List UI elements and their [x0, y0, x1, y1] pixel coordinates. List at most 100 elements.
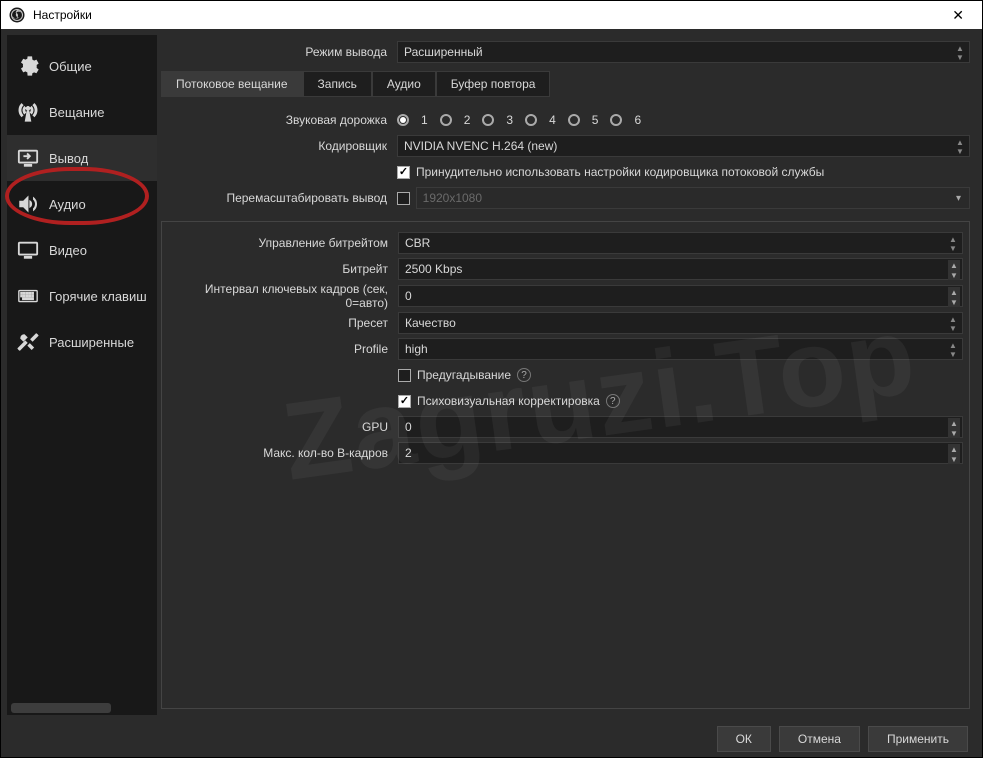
titlebar: Настройки ✕ [1, 1, 982, 29]
track-num: 1 [421, 113, 428, 127]
chevron-down-icon: ▾ [956, 193, 961, 204]
output-tabs: Потоковое вещание Запись Аудио Буфер пов… [161, 71, 976, 97]
apply-button[interactable]: Применить [868, 726, 968, 752]
gpu-label: GPU [162, 420, 398, 434]
settings-sidebar: Общие Вещание Вывод Аудио Видео Горячие [7, 35, 157, 715]
sidebar-item-label: Вывод [49, 151, 88, 166]
profile-select[interactable]: high ▲▼ [398, 338, 963, 360]
track-num: 5 [592, 113, 599, 127]
sidebar-horizontal-scrollbar[interactable] [7, 701, 157, 715]
spinner-buttons[interactable]: ▲▼ [948, 444, 960, 464]
track-num: 4 [549, 113, 556, 127]
tab-streaming[interactable]: Потоковое вещание [161, 71, 303, 97]
close-button[interactable]: ✕ [942, 7, 974, 24]
psycho-checkbox[interactable] [398, 395, 411, 408]
bitrate-label: Битрейт [162, 262, 398, 276]
keyint-value: 0 [405, 289, 412, 303]
sidebar-item-audio[interactable]: Аудио [7, 181, 157, 227]
encoder-settings-group: Управление битрейтом CBR ▲▼ Битрейт 2500 … [161, 221, 970, 709]
sidebar-item-stream[interactable]: Вещание [7, 89, 157, 135]
bitrate-value: 2500 Kbps [405, 262, 462, 276]
bframes-label: Макс. кол-во B-кадров [162, 446, 398, 460]
antenna-icon [17, 101, 39, 123]
track-radio-6[interactable] [610, 114, 622, 126]
sidebar-item-video[interactable]: Видео [7, 227, 157, 273]
keyint-label: Интервал ключевых кадров (сек, 0=авто) [162, 282, 398, 310]
tab-recording[interactable]: Запись [303, 71, 372, 97]
updown-icon: ▲▼ [948, 315, 958, 333]
spinner-buttons[interactable]: ▲▼ [948, 260, 960, 280]
profile-label: Profile [162, 342, 398, 356]
tab-label: Потоковое вещание [176, 77, 288, 91]
gpu-value: 0 [405, 420, 412, 434]
tab-audio[interactable]: Аудио [372, 71, 436, 97]
keyboard-icon [17, 285, 39, 307]
keyint-input[interactable]: 0 ▲▼ [398, 285, 963, 307]
sidebar-item-label: Аудио [49, 197, 86, 212]
track-radio-1[interactable] [397, 114, 409, 126]
sidebar-item-general[interactable]: Общие [7, 43, 157, 89]
sidebar-item-output[interactable]: Вывод [7, 135, 157, 181]
track-radio-4[interactable] [525, 114, 537, 126]
sidebar-item-label: Вещание [49, 105, 105, 120]
window-title: Настройки [33, 8, 942, 22]
tab-label: Запись [318, 77, 357, 91]
audio-track-label: Звуковая дорожка [161, 113, 397, 127]
lookahead-checkbox[interactable] [398, 369, 411, 382]
profile-value: high [405, 342, 428, 356]
track-num: 3 [506, 113, 513, 127]
track-radio-3[interactable] [482, 114, 494, 126]
bitrate-input[interactable]: 2500 Kbps ▲▼ [398, 258, 963, 280]
spinner-buttons[interactable]: ▲▼ [948, 418, 960, 438]
sidebar-item-label: Видео [49, 243, 87, 258]
gpu-input[interactable]: 0 ▲▼ [398, 416, 963, 438]
rescale-value: 1920x1080 [423, 191, 482, 205]
preset-label: Пресет [162, 316, 398, 330]
encoder-select[interactable]: NVIDIA NVENC H.264 (new) ▲▼ [397, 135, 970, 157]
updown-icon: ▲▼ [948, 341, 958, 359]
lookahead-label: Предугадывание [417, 368, 511, 382]
sidebar-item-advanced[interactable]: Расширенные [7, 319, 157, 365]
speaker-icon [17, 193, 39, 215]
updown-icon: ▲▼ [955, 138, 965, 156]
obs-app-icon [9, 7, 25, 23]
cancel-button[interactable]: Отмена [779, 726, 860, 752]
gear-icon [17, 55, 39, 77]
output-mode-value: Расширенный [404, 45, 483, 59]
sidebar-item-label: Горячие клавиш [49, 289, 147, 304]
tab-label: Аудио [387, 77, 421, 91]
rescale-select: 1920x1080 ▾ [416, 187, 970, 209]
output-icon [17, 147, 39, 169]
bframes-value: 2 [405, 446, 412, 460]
preset-select[interactable]: Качество ▲▼ [398, 312, 963, 334]
rescale-checkbox[interactable] [397, 192, 410, 205]
track-radio-5[interactable] [568, 114, 580, 126]
track-num: 6 [634, 113, 641, 127]
main-panel: Zagruzi.Top Режим вывода Расширенный ▲▼ … [161, 35, 976, 715]
rescale-label: Перемасштабировать вывод [161, 191, 397, 205]
tab-label: Буфер повтора [451, 77, 536, 91]
rate-control-select[interactable]: CBR ▲▼ [398, 232, 963, 254]
encoder-label: Кодировщик [161, 139, 397, 153]
psycho-label: Психовизуальная корректировка [417, 394, 600, 408]
updown-icon: ▲▼ [948, 235, 958, 253]
output-mode-select[interactable]: Расширенный ▲▼ [397, 41, 970, 63]
help-icon[interactable]: ? [606, 394, 620, 408]
track-radio-2[interactable] [440, 114, 452, 126]
ok-button[interactable]: ОК [717, 726, 771, 752]
sidebar-item-label: Расширенные [49, 335, 134, 350]
tab-replay-buffer[interactable]: Буфер повтора [436, 71, 551, 97]
enforce-encoder-label: Принудительно использовать настройки код… [416, 165, 824, 179]
sidebar-item-label: Общие [49, 59, 92, 74]
tools-icon [17, 331, 39, 353]
encoder-value: NVIDIA NVENC H.264 (new) [404, 139, 557, 153]
monitor-icon [17, 239, 39, 261]
bframes-input[interactable]: 2 ▲▼ [398, 442, 963, 464]
sidebar-item-hotkeys[interactable]: Горячие клавиш [7, 273, 157, 319]
help-icon[interactable]: ? [517, 368, 531, 382]
rate-control-label: Управление битрейтом [162, 236, 398, 250]
enforce-encoder-checkbox[interactable] [397, 166, 410, 179]
spinner-buttons[interactable]: ▲▼ [948, 287, 960, 307]
rate-control-value: CBR [405, 236, 430, 250]
preset-value: Качество [405, 316, 456, 330]
